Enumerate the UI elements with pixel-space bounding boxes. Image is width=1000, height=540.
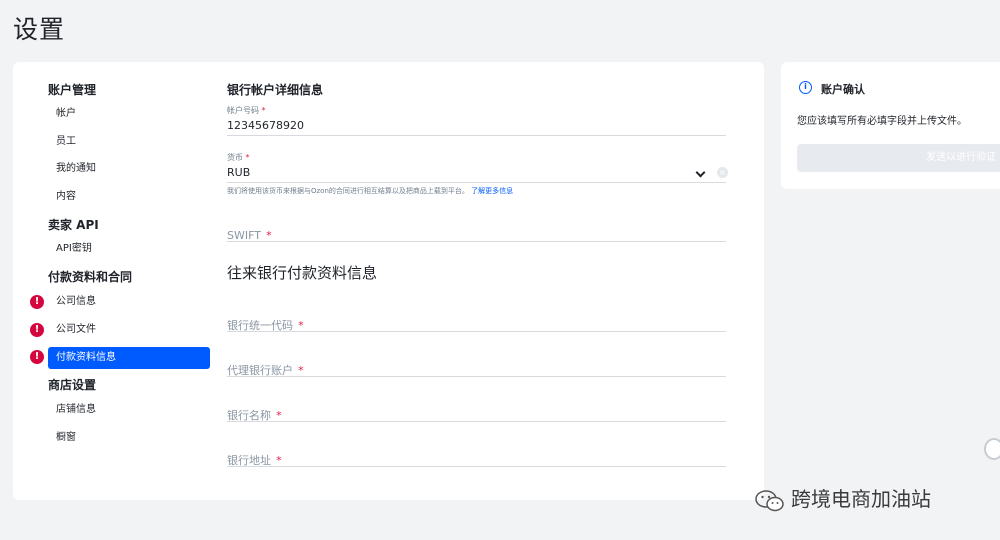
bank-address-placeholder: 银行地址 xyxy=(227,454,271,467)
alert-icon: ! xyxy=(30,295,44,309)
currency-label: 货币 xyxy=(227,153,243,162)
nav-group-store-settings: 商店设置 xyxy=(48,378,97,392)
wechat-icon xyxy=(755,489,784,511)
account-number-label: 帐户号码 xyxy=(227,106,259,115)
sidebar-item-content[interactable]: 内容 xyxy=(48,186,210,208)
account-confirmation-card: i 账户确认 您应该填写所有必填字段并上传文件。 发送以进行验证 xyxy=(781,62,1000,189)
required-mark: * xyxy=(266,229,272,242)
page-title: 设置 xyxy=(13,15,66,44)
swift-input[interactable]: SWIFT * xyxy=(227,224,726,242)
watermark: 跨境电商加油站 xyxy=(755,483,931,513)
sidebar-item-company-documents[interactable]: 公司文件 xyxy=(48,319,210,341)
chat-bubble-icon[interactable] xyxy=(984,438,1000,460)
currency-select[interactable]: 货币 * RUB × xyxy=(227,152,728,183)
learn-more-link[interactable]: 了解更多信息 xyxy=(471,187,513,195)
info-icon: i xyxy=(799,81,812,94)
watermark-text: 跨境电商加油站 xyxy=(791,487,931,511)
card-description: 您应该填写所有必填字段并上传文件。 xyxy=(797,116,967,127)
currency-hint: 我们将使用该货币来根据与Ozon的合同进行相互结算以及把商品上载到平台。 了解更… xyxy=(227,186,513,196)
correspondent-account-placeholder: 代理银行账户 xyxy=(227,364,293,377)
sidebar-item-showcase[interactable]: 橱窗 xyxy=(48,427,210,449)
currency-hint-text: 我们将使用该货币来根据与Ozon的合同进行相互结算以及把商品上载到平台。 xyxy=(227,187,469,195)
send-for-verification-button[interactable]: 发送以进行验证 xyxy=(797,144,1000,172)
sidebar-item-employees[interactable]: 员工 xyxy=(48,131,210,153)
sidebar-item-payment-details[interactable]: 付款资料信息 xyxy=(48,347,210,369)
sidebar-item-api-keys[interactable]: API密钥 xyxy=(48,238,210,260)
required-mark: * xyxy=(261,106,266,115)
alert-icon: ! xyxy=(30,323,44,337)
correspondent-section-title: 往来银行付款资料信息 xyxy=(227,264,378,282)
nav-group-account-management: 账户管理 xyxy=(48,83,97,97)
required-mark: * xyxy=(245,153,250,162)
required-mark: * xyxy=(276,409,282,422)
account-number-field[interactable]: 帐户号码 * 12345678920 xyxy=(227,105,726,136)
bank-name-placeholder: 银行名称 xyxy=(227,409,271,422)
bank-section-title: 银行帐户详细信息 xyxy=(227,83,324,97)
swift-placeholder: SWIFT xyxy=(227,229,261,242)
required-mark: * xyxy=(298,319,304,332)
sidebar-item-store-info[interactable]: 店铺信息 xyxy=(48,399,210,421)
sidebar-item-account[interactable]: 帐户 xyxy=(48,103,210,125)
required-mark: * xyxy=(276,454,282,467)
nav-group-seller-api: 卖家 API xyxy=(48,218,99,232)
account-number-value: 12345678920 xyxy=(227,119,304,132)
currency-value: RUB xyxy=(227,166,251,179)
clear-icon[interactable]: × xyxy=(717,167,728,178)
sidebar-item-notifications[interactable]: 我的通知 xyxy=(48,158,210,180)
card-title: 账户确认 xyxy=(821,83,865,96)
bank-name-input[interactable]: 银行名称 * xyxy=(227,404,726,422)
required-mark: * xyxy=(298,364,304,377)
nav-group-payment-contracts: 付款资料和合同 xyxy=(48,270,133,284)
bank-code-input[interactable]: 银行统一代码 * xyxy=(227,314,726,332)
settings-sidebar: 账户管理 帐户 员工 我的通知 内容 卖家 API API密钥 付款资料和合同 … xyxy=(13,62,216,500)
sidebar-item-company-info[interactable]: 公司信息 xyxy=(48,291,210,313)
payment-details-form: 银行帐户详细信息 帐户号码 * 12345678920 货币 * RUB × 我… xyxy=(216,62,764,500)
correspondent-account-input[interactable]: 代理银行账户 * xyxy=(227,359,726,377)
alert-icon: ! xyxy=(30,350,44,364)
bank-address-input[interactable]: 银行地址 * xyxy=(227,449,726,467)
bank-code-placeholder: 银行统一代码 xyxy=(227,319,293,332)
